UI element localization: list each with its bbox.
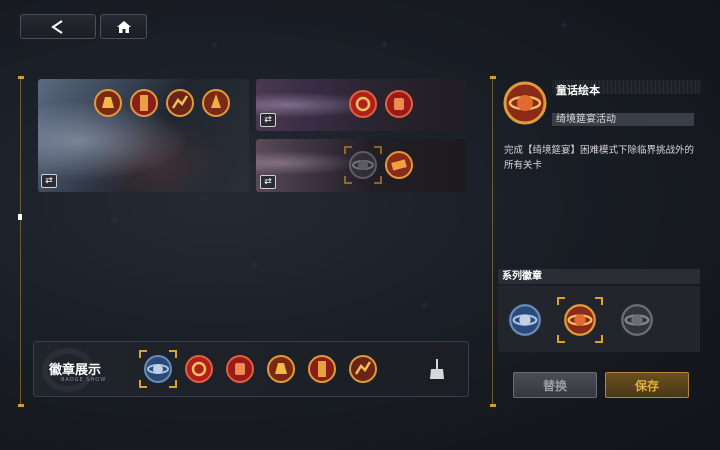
decor-plus: + bbox=[420, 300, 429, 311]
fist-badge-icon[interactable] bbox=[384, 89, 414, 119]
series-badges bbox=[498, 286, 700, 352]
collection-panel-1[interactable]: ⇄ bbox=[38, 79, 249, 192]
frame-line bbox=[20, 76, 21, 406]
frame-line bbox=[492, 76, 493, 406]
decor-plus: + bbox=[250, 260, 259, 271]
sign-badge-icon[interactable] bbox=[384, 150, 414, 180]
decor-plus: + bbox=[380, 40, 389, 51]
rocket-badge-icon[interactable] bbox=[201, 88, 231, 118]
swap-icon[interactable]: ⇄ bbox=[260, 175, 276, 189]
collection-badges bbox=[348, 89, 414, 119]
planet-badge-icon[interactable] bbox=[557, 297, 603, 343]
atlas-badge-icon[interactable] bbox=[139, 350, 177, 388]
selected-badge-icon bbox=[502, 80, 548, 126]
planet-gray-badge-icon[interactable] bbox=[620, 303, 654, 337]
chart-badge-icon[interactable] bbox=[165, 88, 195, 118]
lion-badge-icon[interactable] bbox=[266, 354, 296, 384]
clear-badges-button[interactable] bbox=[424, 356, 450, 382]
atlas-badge-icon[interactable] bbox=[508, 303, 542, 337]
collection-panel-2[interactable]: ⇄ bbox=[256, 79, 466, 131]
frame-tick bbox=[18, 76, 24, 79]
decor-plus: + bbox=[210, 40, 219, 51]
collection-panel-3[interactable]: ⇄ bbox=[256, 139, 466, 192]
scroll-badge-icon[interactable] bbox=[129, 88, 159, 118]
collection-badges bbox=[344, 146, 414, 184]
home-icon bbox=[116, 20, 131, 33]
fist-badge-icon[interactable] bbox=[225, 354, 255, 384]
planet-badge-icon[interactable] bbox=[344, 146, 382, 184]
home-button[interactable] bbox=[100, 14, 147, 39]
broom-icon bbox=[430, 359, 444, 379]
badge-show-bar: 徽章展示 BADGE SHOW bbox=[33, 341, 469, 397]
swap-icon[interactable]: ⇄ bbox=[41, 174, 57, 188]
back-button[interactable] bbox=[20, 14, 96, 39]
decor-plus: + bbox=[560, 20, 569, 31]
frame-tick bbox=[18, 404, 24, 407]
badge-show-slots bbox=[139, 350, 378, 388]
badge-detail-panel: 童话绘本 绮境筵宴活动 完成【绮境筵宴】困难模式下除临界挑战外的所有关卡 系列徽… bbox=[494, 76, 704, 406]
decor-plus: + bbox=[110, 215, 119, 226]
series-title: 系列徽章 bbox=[498, 269, 700, 284]
moon-badge-icon[interactable] bbox=[348, 89, 378, 119]
badge-event: 绮境筵宴活动 bbox=[552, 113, 694, 126]
swap-icon[interactable]: ⇄ bbox=[260, 113, 276, 127]
badge-title: 童话绘本 bbox=[556, 84, 600, 97]
lion-badge-icon[interactable] bbox=[93, 88, 123, 118]
frame-marker bbox=[18, 214, 22, 220]
replace-button[interactable]: 替换 bbox=[513, 372, 597, 398]
collection-badges bbox=[93, 88, 231, 118]
moon-badge-icon[interactable] bbox=[184, 354, 214, 384]
scroll-badge-icon[interactable] bbox=[307, 354, 337, 384]
chart-badge-icon[interactable] bbox=[348, 354, 378, 384]
save-button[interactable]: 保存 bbox=[605, 372, 689, 398]
back-arrow-icon bbox=[51, 19, 63, 34]
badge-show-subtitle: BADGE SHOW bbox=[61, 377, 107, 383]
badge-show-title: 徽章展示 bbox=[49, 363, 102, 378]
badge-description: 完成【绮境筵宴】困难模式下除临界挑战外的所有关卡 bbox=[504, 145, 695, 171]
